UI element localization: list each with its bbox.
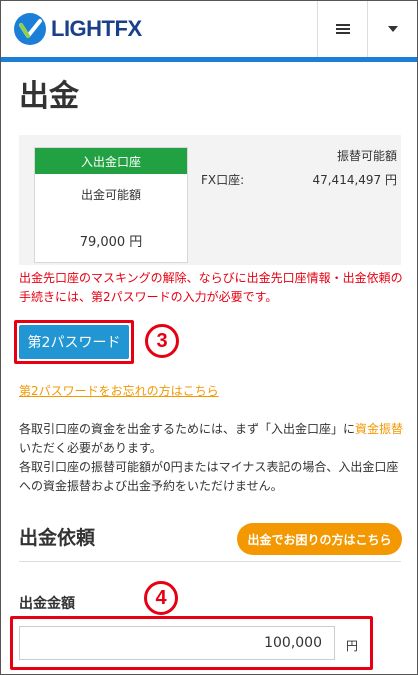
- info-p2: 各取引口座の振替可能額が0円またはマイナス表記の場合、入出金口座への資金振替およ…: [19, 460, 399, 493]
- step-badge-3: 3: [145, 324, 179, 358]
- withdraw-amount-value: 100,000: [264, 635, 322, 651]
- brand-logo[interactable]: LIGHTFX: [13, 11, 142, 47]
- withdraw-amount-label: 出金金額: [19, 596, 75, 612]
- fx-account-value: 47,414,497 円: [312, 173, 397, 187]
- step-badge-4: 4: [144, 581, 178, 615]
- second-password-warning: 出金先口座のマスキングの解除、ならびに出金先口座情報・出金依頼の手続きには、第2…: [19, 271, 403, 304]
- deposit-account-box: 入出金口座 出金可能額 79,000 円: [34, 147, 188, 263]
- balance-summary-panel: 入出金口座 出金可能額 79,000 円 振替可能額 FX口座: 47,414,…: [19, 135, 401, 265]
- withdraw-help-button[interactable]: 出金でお困りの方はこちら: [237, 523, 402, 555]
- section-divider: [19, 561, 401, 562]
- logo-text: LIGHTFX: [51, 16, 142, 41]
- withdraw-amount-input[interactable]: 100,000: [19, 626, 335, 660]
- fx-account-label: FX口座:: [201, 173, 245, 187]
- withdraw-request-title: 出金依頼: [19, 527, 96, 549]
- withdrawable-value: 79,000 円: [79, 235, 143, 250]
- info-p1-after: いただく必要があります。: [19, 441, 162, 455]
- page-title: 出金: [19, 79, 79, 114]
- forgot-password-link[interactable]: 第2パスワードをお忘れの方はこちら: [19, 382, 219, 399]
- deposit-account-header: 入出金口座: [35, 148, 187, 174]
- hamburger-icon: [336, 22, 350, 36]
- amount-unit: 円: [346, 639, 359, 653]
- caret-down-icon: [388, 26, 398, 32]
- lightfx-logo-icon: [14, 13, 46, 45]
- info-p1-before: 各取引口座の資金を出金するためには、まず「入出金口座」に: [19, 422, 356, 436]
- app-header: LIGHTFX: [1, 1, 417, 62]
- withdraw-info-text: 各取引口座の資金を出金するためには、まず「入出金口座」に資金振替いただく必要があ…: [19, 420, 405, 496]
- app-frame: LIGHTFX 出金 入出金口座 出金可能額 79,000 円 振替可能額 FX…: [0, 0, 418, 675]
- dropdown-button[interactable]: [367, 1, 417, 57]
- withdrawable-label: 出金可能額: [80, 188, 141, 202]
- second-password-button[interactable]: 第2パスワード: [19, 325, 129, 359]
- menu-button[interactable]: [317, 1, 368, 57]
- fund-transfer-link[interactable]: 資金振替: [355, 422, 403, 436]
- transferable-header: 振替可能額: [336, 149, 397, 163]
